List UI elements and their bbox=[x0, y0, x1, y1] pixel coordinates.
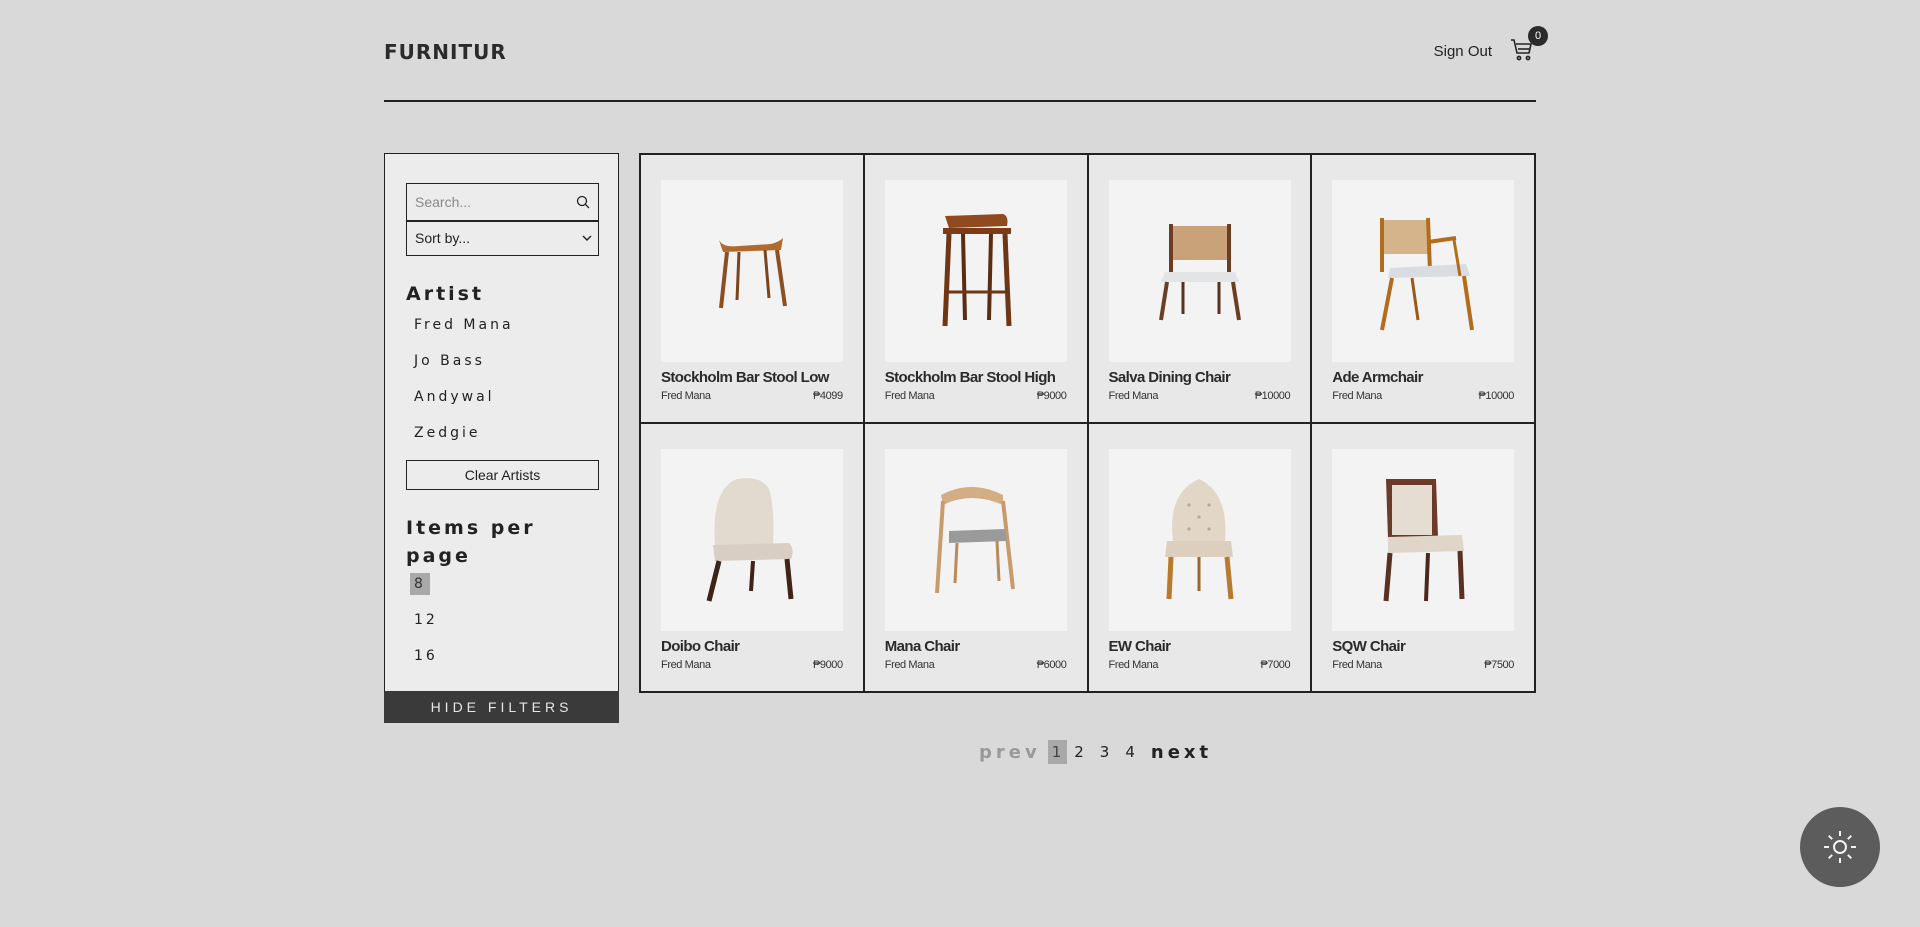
next-page-link[interactable]: next bbox=[1144, 739, 1219, 766]
upholstered-chair-image bbox=[661, 449, 843, 631]
filters-panel: Sort by... Artist Fred Mana Jo Bass Andy… bbox=[384, 153, 619, 723]
product-card[interactable]: Stockholm Bar Stool Low Fred Mana ₱4099 bbox=[640, 154, 864, 423]
items-per-page-heading: Items per page bbox=[406, 514, 536, 570]
sign-out-link[interactable]: Sign Out bbox=[1434, 43, 1492, 60]
product-price: ₱7500 bbox=[1484, 659, 1514, 671]
product-price: ₱6000 bbox=[1036, 659, 1067, 671]
product-price: ₱9000 bbox=[1036, 390, 1067, 402]
product-price: ₱4099 bbox=[812, 390, 843, 402]
product-card[interactable]: Doibo Chair Fred Mana ₱9000 bbox=[640, 423, 864, 692]
product-card[interactable]: Ade Armchair Fred Mana ₱10000 bbox=[1311, 154, 1535, 423]
search-input[interactable] bbox=[407, 184, 598, 220]
cart-count-badge: 0 bbox=[1528, 26, 1548, 46]
page-link-1[interactable]: 1 bbox=[1047, 740, 1068, 764]
product-name: Ade Armchair bbox=[1332, 369, 1423, 386]
product-card[interactable]: Salva Dining Chair Fred Mana ₱10000 bbox=[1087, 154, 1312, 423]
product-artist: Fred Mana bbox=[661, 659, 711, 671]
dining-chair-image bbox=[1108, 180, 1291, 362]
wooden-chair-image bbox=[884, 449, 1067, 631]
clear-artists-button[interactable]: Clear Artists bbox=[406, 460, 599, 490]
product-card[interactable]: SQW Chair Fred Mana ₱7500 bbox=[1311, 423, 1535, 692]
product-price: ₱10000 bbox=[1478, 390, 1514, 402]
product-price: ₱10000 bbox=[1254, 390, 1291, 402]
product-price: ₱7000 bbox=[1260, 659, 1291, 671]
product-artist: Fred Mana bbox=[884, 390, 935, 402]
product-name: Salva Dining Chair bbox=[1108, 369, 1231, 386]
product-card[interactable]: Mana Chair Fred Mana ₱6000 bbox=[863, 423, 1088, 692]
per-page-option-12[interactable]: 12 bbox=[410, 609, 442, 631]
site-header: FURNITUR Sign Out 0 bbox=[384, 0, 1548, 102]
hide-filters-button[interactable]: HIDE FILTERS bbox=[384, 691, 619, 723]
product-price: ₱9000 bbox=[812, 659, 843, 671]
product-name: Stockholm Bar Stool Low bbox=[661, 369, 829, 386]
artist-filter-zedgie[interactable]: Zedgie bbox=[414, 425, 480, 441]
product-artist: Fred Mana bbox=[884, 659, 935, 671]
product-artist: Fred Mana bbox=[1108, 659, 1159, 671]
pagination: prev 1 2 3 4 next bbox=[972, 738, 1219, 766]
product-name: Mana Chair bbox=[884, 638, 960, 655]
search-field[interactable] bbox=[406, 183, 599, 221]
chevron-down-icon bbox=[582, 235, 592, 241]
product-name: Doibo Chair bbox=[661, 638, 740, 655]
prev-page-link[interactable]: prev bbox=[972, 739, 1048, 766]
tufted-chair-image bbox=[1108, 449, 1291, 631]
high-bar-stool-image bbox=[884, 180, 1067, 362]
cart-button[interactable]: 0 bbox=[1510, 26, 1548, 64]
per-page-option-8[interactable]: 8 bbox=[410, 573, 430, 595]
theme-toggle-button[interactable] bbox=[1800, 807, 1880, 887]
sun-icon bbox=[1824, 831, 1856, 863]
search-icon[interactable] bbox=[576, 195, 590, 209]
sort-select-label: Sort by... bbox=[415, 230, 470, 246]
padded-chair-image bbox=[1332, 449, 1515, 631]
product-artist: Fred Mana bbox=[1332, 659, 1382, 671]
product-artist: Fred Mana bbox=[1108, 390, 1159, 402]
product-artist: Fred Mana bbox=[661, 390, 711, 402]
artist-filter-fred-mana[interactable]: Fred Mana bbox=[414, 317, 514, 333]
product-card[interactable]: EW Chair Fred Mana ₱7000 bbox=[1087, 423, 1312, 692]
page-link-3[interactable]: 3 bbox=[1093, 740, 1119, 764]
product-name: Stockholm Bar Stool High bbox=[884, 369, 1056, 386]
product-card[interactable]: Stockholm Bar Stool High Fred Mana ₱9000 bbox=[863, 154, 1088, 423]
sort-select[interactable]: Sort by... bbox=[406, 221, 599, 256]
product-grid: Stockholm Bar Stool Low Fred Mana ₱4099 … bbox=[639, 153, 1536, 693]
page-link-4[interactable]: 4 bbox=[1118, 740, 1144, 764]
artist-heading: Artist bbox=[406, 283, 485, 305]
low-bar-stool-image bbox=[661, 180, 843, 362]
product-name: SQW Chair bbox=[1332, 638, 1406, 655]
artist-filter-andywal[interactable]: Andywal bbox=[414, 389, 495, 405]
artist-filter-jo-bass[interactable]: Jo Bass bbox=[414, 353, 485, 369]
product-artist: Fred Mana bbox=[1332, 390, 1382, 402]
armchair-image bbox=[1332, 180, 1515, 362]
page-link-2[interactable]: 2 bbox=[1067, 740, 1093, 764]
per-page-option-16[interactable]: 16 bbox=[410, 645, 442, 667]
site-logo[interactable]: FURNITUR bbox=[384, 40, 507, 64]
items-per-page-heading-line-2: page bbox=[406, 545, 471, 567]
items-per-page-heading-line-1: Items per bbox=[406, 517, 536, 539]
product-name: EW Chair bbox=[1108, 638, 1171, 655]
